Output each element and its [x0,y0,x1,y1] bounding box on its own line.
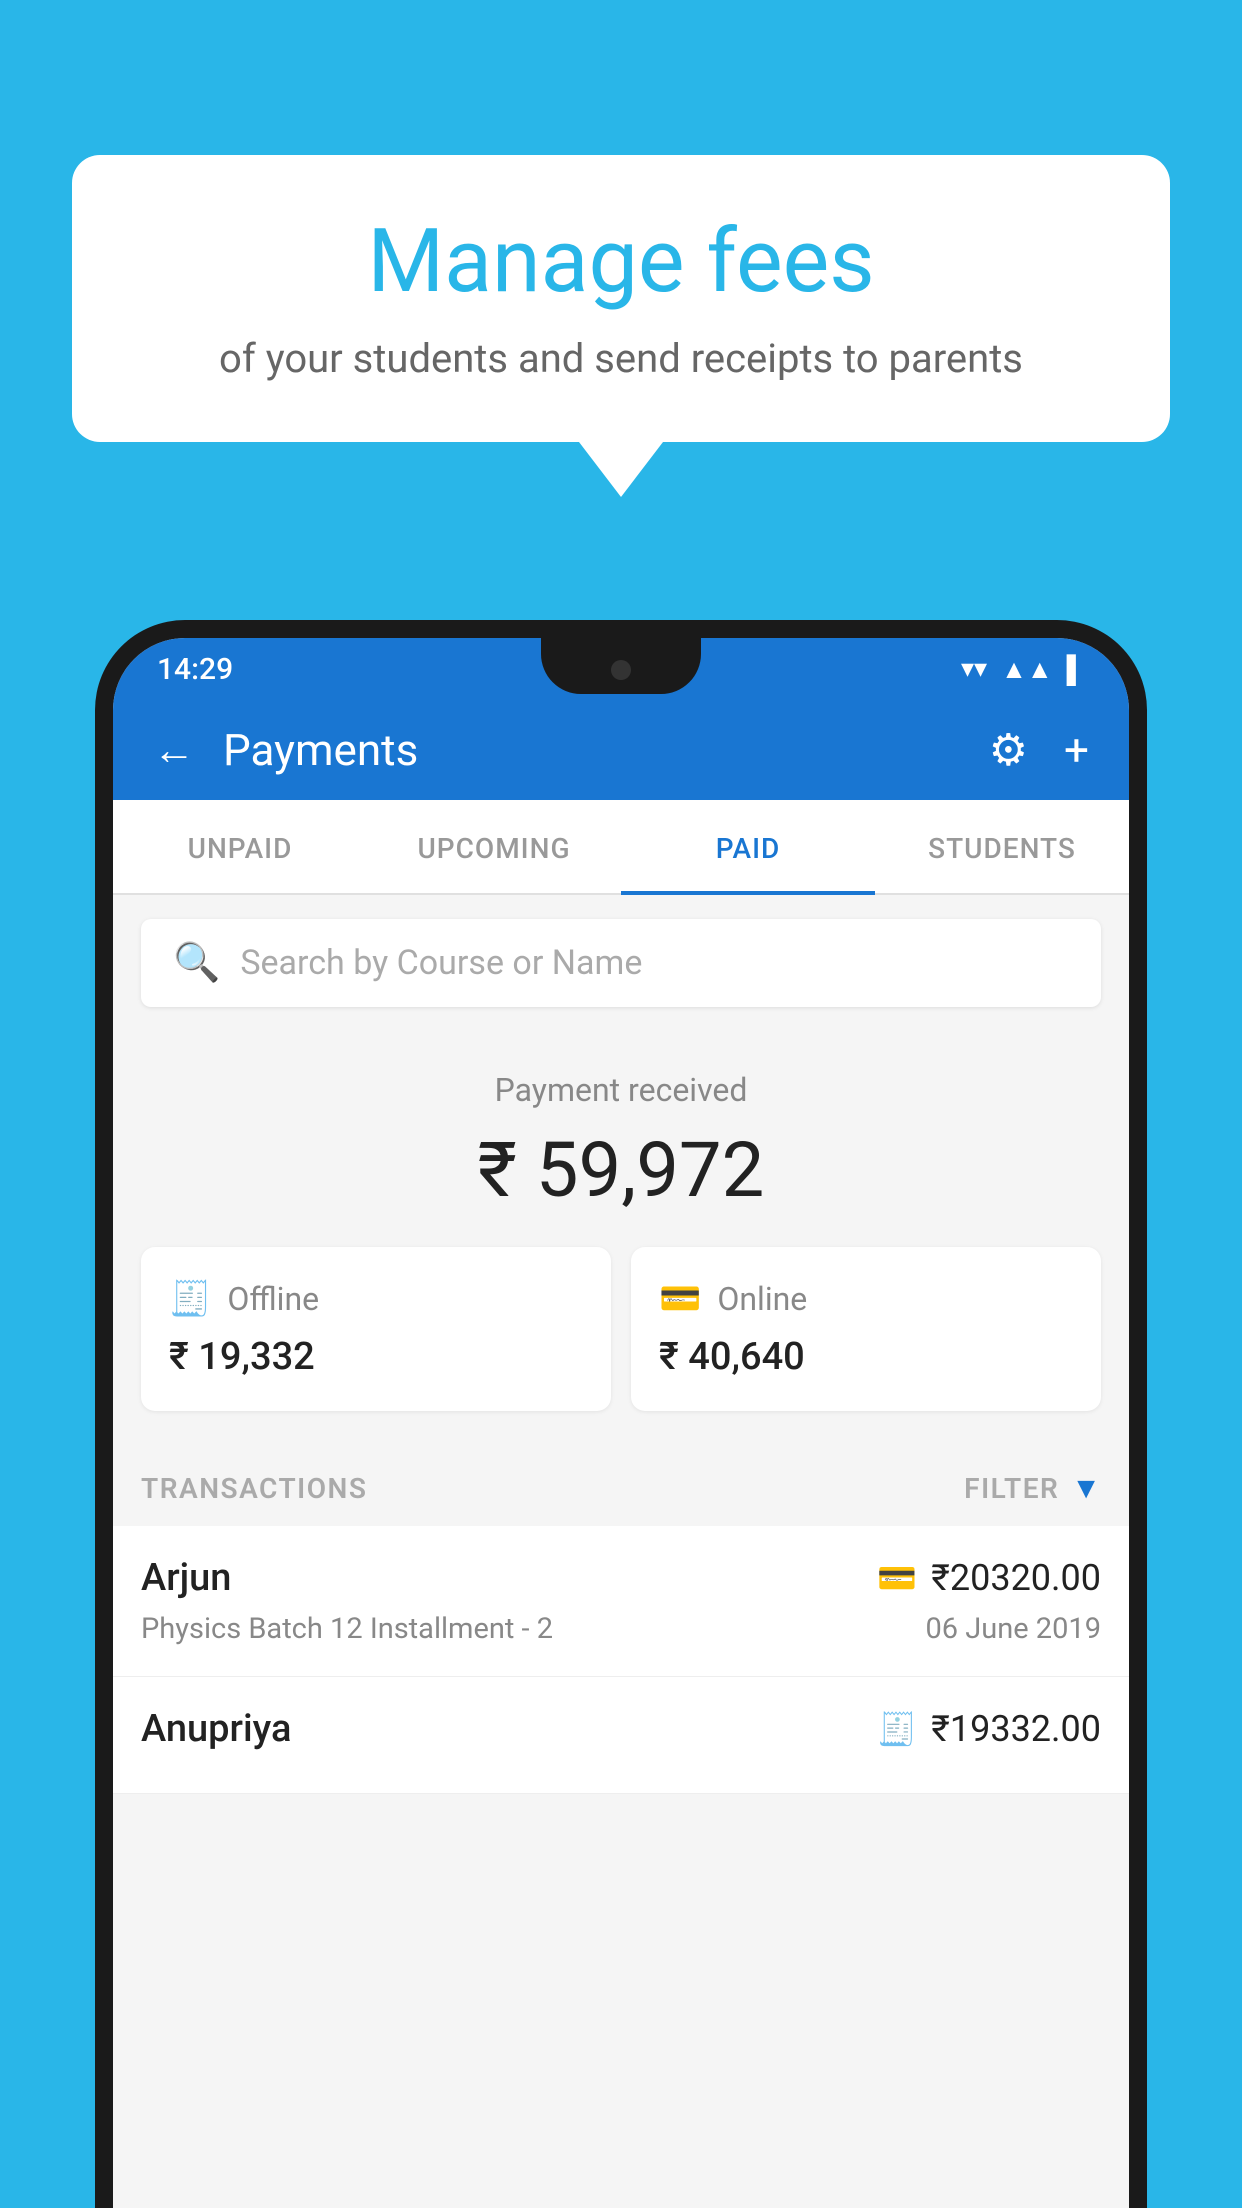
offline-icon: 🧾 [169,1279,211,1319]
status-time: 14:29 [157,652,233,687]
transaction-row1: Arjun 💳 ₹20320.00 [141,1556,1101,1600]
filter-icon: ▼ [1071,1471,1101,1506]
filter-label: FILTER [964,1472,1059,1505]
offline-card-header: 🧾 Offline [169,1279,583,1319]
transaction-amount-container: 🧾 ₹19332.00 [877,1708,1101,1750]
transactions-label: TRANSACTIONS [141,1472,367,1505]
transaction-name: Anupriya [141,1707,291,1751]
app-header: ← Payments ⚙ + [113,700,1129,800]
payment-cards: 🧾 Offline ₹ 19,332 💳 Online ₹ 40,640 [141,1247,1101,1411]
transaction-row1: Anupriya 🧾 ₹19332.00 [141,1707,1101,1751]
wifi-icon: ▾▾ [961,654,987,684]
tab-upcoming[interactable]: UPCOMING [367,800,621,893]
online-label: Online [717,1280,807,1318]
signal-icon: ▲▲ [1001,654,1052,685]
transaction-item[interactable]: Arjun 💳 ₹20320.00 Physics Batch 12 Insta… [113,1526,1129,1677]
offline-amount: ₹ 19,332 [169,1335,583,1379]
battery-icon: ▌ [1067,654,1085,685]
online-card-icon: 💳 [659,1279,701,1319]
transaction-detail: Physics Batch 12 Installment - 2 [141,1612,553,1646]
transactions-header: TRANSACTIONS FILTER ▼ [113,1439,1129,1526]
transaction-amount: ₹20320.00 [931,1557,1101,1599]
tab-students[interactable]: STUDENTS [875,800,1129,893]
header-right: ⚙ + [989,724,1089,776]
filter-container[interactable]: FILTER ▼ [964,1471,1101,1506]
phone-inner: 14:29 ▾▾ ▲▲ ▌ ← Payments ⚙ + UNPAID [113,638,1129,2208]
transaction-name: Arjun [141,1556,231,1600]
header-title: Payments [223,724,418,776]
search-placeholder: Search by Course or Name [240,943,642,983]
speech-bubble-arrow [579,442,663,497]
tab-unpaid[interactable]: UNPAID [113,800,367,893]
camera-dot [611,660,631,680]
transaction-list: Arjun 💳 ₹20320.00 Physics Batch 12 Insta… [113,1526,1129,1794]
transaction-item[interactable]: Anupriya 🧾 ₹19332.00 [113,1677,1129,1794]
speech-bubble-subtitle: of your students and send receipts to pa… [132,335,1110,382]
speech-bubble-container: Manage fees of your students and send re… [72,155,1170,497]
header-left: ← Payments [153,724,418,776]
gear-icon[interactable]: ⚙ [989,724,1028,776]
speech-bubble-title: Manage fees [132,210,1110,313]
speech-bubble: Manage fees of your students and send re… [72,155,1170,442]
tab-paid[interactable]: PAID [621,800,875,893]
offline-label: Offline [227,1280,319,1318]
notch [541,638,701,694]
status-bar: 14:29 ▾▾ ▲▲ ▌ [113,638,1129,700]
payment-received-amount: ₹ 59,972 [141,1125,1101,1215]
search-icon: 🔍 [173,941,220,985]
payment-received-label: Payment received [141,1071,1101,1109]
tabs: UNPAID UPCOMING PAID STUDENTS [113,800,1129,895]
search-container: 🔍 Search by Course or Name [113,895,1129,1031]
transaction-amount: ₹19332.00 [931,1708,1101,1750]
online-card: 💳 Online ₹ 40,640 [631,1247,1101,1411]
search-bar[interactable]: 🔍 Search by Course or Name [141,919,1101,1007]
status-icons: ▾▾ ▲▲ ▌ [961,654,1085,685]
online-card-header: 💳 Online [659,1279,1073,1319]
add-icon[interactable]: + [1064,724,1089,776]
online-amount: ₹ 40,640 [659,1335,1073,1379]
transaction-amount-container: 💳 ₹20320.00 [877,1557,1101,1599]
offline-payment-icon: 🧾 [877,1710,917,1748]
offline-card: 🧾 Offline ₹ 19,332 [141,1247,611,1411]
transaction-date: 06 June 2019 [925,1612,1101,1646]
phone-frame: 14:29 ▾▾ ▲▲ ▌ ← Payments ⚙ + UNPAID [95,620,1147,2208]
payment-received-section: Payment received ₹ 59,972 🧾 Offline ₹ 19… [113,1031,1129,1439]
back-button[interactable]: ← [153,726,195,775]
transaction-row2: Physics Batch 12 Installment - 2 06 June… [141,1612,1101,1646]
card-payment-icon: 💳 [877,1559,917,1597]
